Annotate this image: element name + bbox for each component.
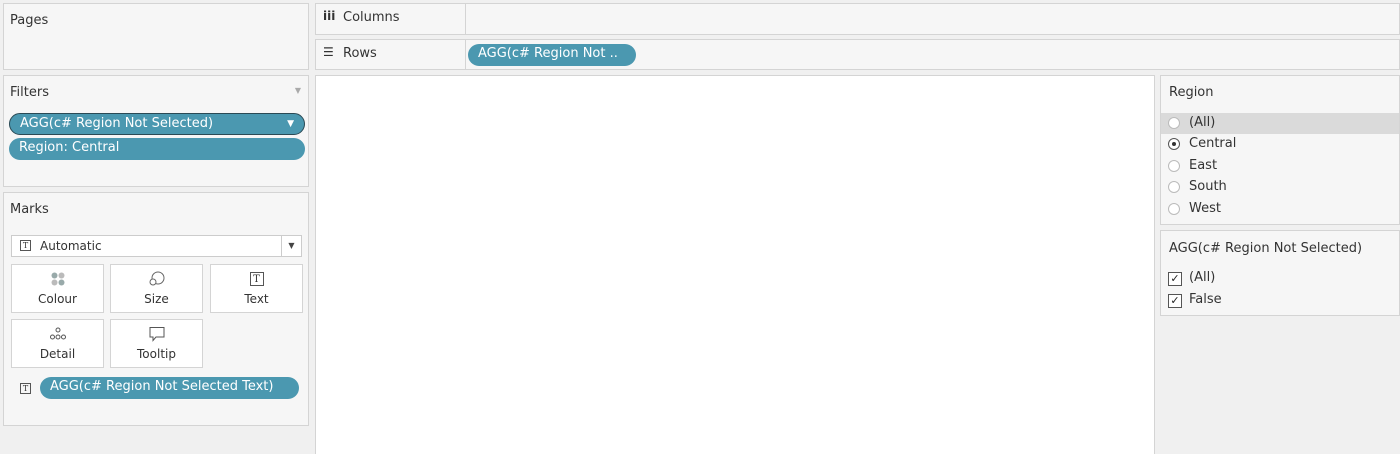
- detail-label: Detail: [39, 347, 76, 361]
- agg-option-label: False: [1189, 292, 1222, 307]
- filter-pill-agg-label: AGG(c# Region Not Selected): [20, 116, 214, 131]
- region-option[interactable]: East: [1161, 156, 1399, 177]
- columns-label: Columns: [343, 10, 400, 25]
- filters-menu-icon[interactable]: ▼: [295, 86, 301, 95]
- agg-option[interactable]: ✓ False: [1161, 291, 1399, 312]
- text-button[interactable]: T Text: [210, 264, 303, 313]
- rows-shelf-label: ☰ Rows: [316, 40, 466, 69]
- region-option[interactable]: Central: [1161, 134, 1399, 155]
- columns-shelf[interactable]: iii Columns: [315, 3, 1400, 35]
- region-filter-title: Region: [1169, 85, 1214, 100]
- agg-option-label: (All): [1189, 270, 1216, 285]
- size-label: Size: [144, 292, 169, 306]
- region-option-label: (All): [1189, 115, 1216, 130]
- tooltip-label: Tooltip: [137, 347, 176, 361]
- rows-pill[interactable]: AGG(c# Region Not ..: [468, 44, 636, 66]
- colour-icon: [12, 271, 103, 289]
- rows-icon: ☰: [323, 45, 334, 59]
- filter-pill-agg[interactable]: AGG(c# Region Not Selected) ▼: [9, 113, 305, 135]
- filters-title: Filters: [10, 85, 49, 100]
- colour-label: Colour: [38, 292, 77, 306]
- radio-button-selected[interactable]: [1168, 138, 1180, 150]
- size-button[interactable]: Size: [110, 264, 203, 313]
- region-option[interactable]: (All): [1161, 113, 1399, 134]
- checkbox-checked-icon[interactable]: ✓: [1168, 294, 1182, 308]
- radio-button[interactable]: [1168, 181, 1180, 193]
- checkbox-checked-icon[interactable]: ✓: [1168, 272, 1182, 286]
- region-option-label: East: [1189, 158, 1218, 173]
- text-icon: T: [211, 271, 302, 289]
- mark-type-dropdown[interactable]: T Automatic ▼: [11, 235, 302, 257]
- marks-title: Marks: [10, 202, 49, 217]
- rows-label: Rows: [343, 46, 377, 61]
- agg-option[interactable]: ✓ (All): [1161, 269, 1399, 290]
- detail-icon: [12, 326, 103, 344]
- tooltip-icon: [111, 326, 202, 344]
- agg-filter-title: AGG(c# Region Not Selected): [1169, 241, 1363, 256]
- dropdown-arrow-icon[interactable]: ▼: [287, 114, 294, 134]
- pages-title: Pages: [10, 13, 49, 28]
- region-option-label: South: [1189, 179, 1227, 194]
- region-option-label: Central: [1189, 136, 1237, 151]
- marks-card[interactable]: Marks T Automatic ▼ Colour Size T Text D…: [3, 192, 309, 426]
- tooltip-button[interactable]: Tooltip: [110, 319, 203, 368]
- radio-button[interactable]: [1168, 203, 1180, 215]
- view-canvas[interactable]: [315, 75, 1155, 454]
- mark-type-label: Automatic: [40, 239, 102, 253]
- chevron-down-icon[interactable]: ▼: [281, 236, 301, 256]
- region-filter-card[interactable]: Region (All) Central East South West: [1160, 75, 1400, 225]
- pages-card[interactable]: Pages: [3, 3, 309, 70]
- radio-button[interactable]: [1168, 117, 1180, 129]
- size-icon: [111, 271, 202, 289]
- agg-filter-card[interactable]: AGG(c# Region Not Selected) ✓ (All) ✓ Fa…: [1160, 230, 1400, 316]
- rows-shelf[interactable]: ☰ Rows AGG(c# Region Not ..: [315, 39, 1400, 70]
- region-option-label: West: [1189, 201, 1221, 216]
- detail-button[interactable]: Detail: [11, 319, 104, 368]
- filter-pill-region[interactable]: Region: Central: [9, 138, 305, 160]
- radio-button[interactable]: [1168, 160, 1180, 172]
- columns-icon: iii: [323, 9, 336, 23]
- colour-button[interactable]: Colour: [11, 264, 104, 313]
- region-option[interactable]: West: [1161, 199, 1399, 220]
- text-mark-icon: T: [20, 240, 31, 251]
- text-field-icon: T: [20, 383, 31, 394]
- marks-text-pill[interactable]: AGG(c# Region Not Selected Text): [40, 377, 299, 399]
- columns-shelf-label: iii Columns: [316, 4, 466, 34]
- text-label: Text: [244, 292, 269, 306]
- filters-card[interactable]: Filters ▼ AGG(c# Region Not Selected) ▼ …: [3, 75, 309, 187]
- region-option[interactable]: South: [1161, 177, 1399, 198]
